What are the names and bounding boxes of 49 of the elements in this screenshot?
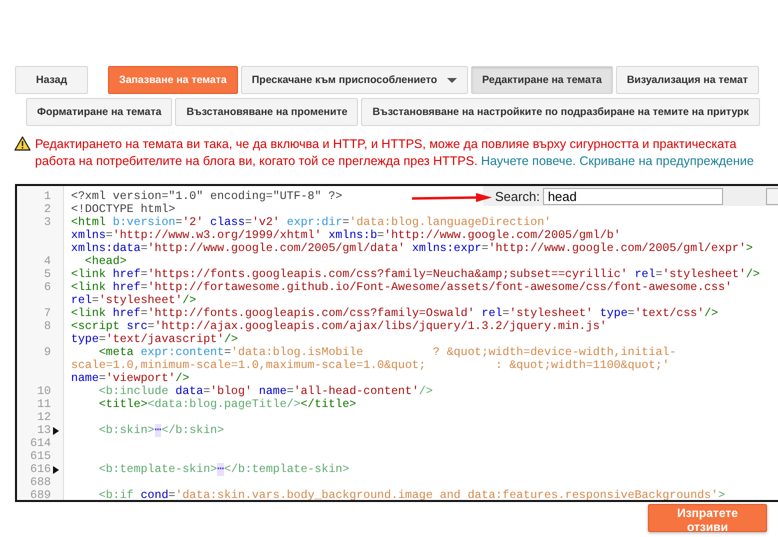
code-line: <html b:version='2' class='v2' expr:dir='data:blog.languageDirection' bbox=[70, 216, 552, 229]
code-line: xmlns='http://www.w3.org/1999/xhtml' xmlns:b='http://www.google.com/2005/gml/b' bbox=[70, 229, 621, 242]
warning-message: Редактирането на темата ви така, че да включва и HTTP, и HTTPS, може да повлияе върху сигурността и практическата работа на потребителите на блога ви, когато той се преглежда през HTTPS. Научете повече. Скриване на предупреждение bbox=[35, 136, 755, 170]
line-number: 9 bbox=[44, 346, 51, 359]
line-number: 2 bbox=[44, 203, 51, 216]
line-number: 689 bbox=[30, 489, 51, 500]
line-number: 6 bbox=[44, 281, 51, 294]
code-line: scale=1.0,minimum-scale=1.0,maximum-scale=1.0&quot; : &quot;width=1100&quot;' bbox=[70, 359, 670, 372]
line-number: 616 bbox=[30, 463, 51, 476]
code-line: <link href='http://fonts.googleapis.com/css?family=Oswald' rel='stylesheet' type='text/css'/> bbox=[70, 307, 718, 320]
search-field[interactable]: head bbox=[542, 188, 723, 204]
code-line: name='viewport'/> bbox=[70, 372, 190, 385]
code-line: <meta expr:content='data:blog.isMobile ? &quot;width=device-width,initial- bbox=[98, 346, 676, 359]
code-line: <title><data:blog.pageTitle/></title> bbox=[98, 398, 356, 411]
line-number: 614 bbox=[30, 437, 51, 450]
code-line: <b:include data='blog' name='all-head-content'/> bbox=[98, 385, 433, 398]
line-number: 12 bbox=[37, 411, 51, 424]
toolbar-button[interactable]: Редактиране на темата bbox=[471, 66, 613, 94]
line-number: 615 bbox=[30, 450, 51, 463]
line-number: 1 bbox=[44, 190, 51, 203]
code-line: <script src='http://ajax.googleapis.com/ajax/libs/jquery/1.3.2/jquery.min.js' bbox=[70, 320, 607, 333]
toolbar-button[interactable]: Назад bbox=[15, 66, 88, 94]
line-number: 8 bbox=[44, 320, 51, 333]
line-number: 688 bbox=[30, 476, 51, 489]
line-number: 5 bbox=[44, 268, 51, 281]
code-line: <b:template-skin>⋯</b:template-skin> bbox=[98, 463, 350, 476]
line-number: 7 bbox=[44, 307, 51, 320]
toolbar-button[interactable]: Форматиране на темата bbox=[26, 98, 172, 126]
line-number: 3 bbox=[44, 216, 51, 229]
code-line: xmlns:data='http://www.google.com/2005/gml/data' xmlns:expr='http://www.google.com/2005/gml/expr'> bbox=[70, 242, 753, 255]
code-line: rel='stylesheet'/> bbox=[70, 294, 196, 307]
warning-link[interactable]: Научете повече. bbox=[481, 154, 576, 168]
line-number: 13 bbox=[37, 424, 51, 437]
toolbar-button[interactable]: Възстановяване на промените bbox=[175, 98, 358, 126]
code-line: <!DOCTYPE html> bbox=[70, 203, 176, 216]
search-label: Search: bbox=[495, 188, 540, 204]
toolbar-button[interactable]: Възстановяване на настройките по подразбиране на темите на притурк bbox=[361, 98, 760, 126]
line-number: 4 bbox=[44, 255, 51, 268]
line-number: 11 bbox=[37, 398, 51, 411]
dropdown-button[interactable]: Прескачане към приспособлението bbox=[240, 66, 468, 94]
code-line: <head> bbox=[84, 255, 127, 268]
code-line: <link href='https://fonts.googleapis.com/css?family=Neucha&amp;subset==cyrillic' rel='stylesheet'/> bbox=[70, 268, 760, 281]
code-line: type='text/javascript'/> bbox=[70, 333, 238, 346]
toolbar-button[interactable]: Визуализация на темат bbox=[616, 66, 759, 94]
code-line: <b:skin>⋯</b:skin> bbox=[98, 424, 224, 437]
code-line: <?xml version="1.0" encoding="UTF-8" ?> bbox=[70, 190, 342, 203]
code-line: <link href='http://fortawesome.github.io/Font-Awesome/assets/font-awesome/css/font-awesome.css' bbox=[70, 281, 732, 294]
warning-link[interactable]: Скриване на предупреждение bbox=[579, 154, 754, 168]
line-number: 10 bbox=[37, 385, 51, 398]
